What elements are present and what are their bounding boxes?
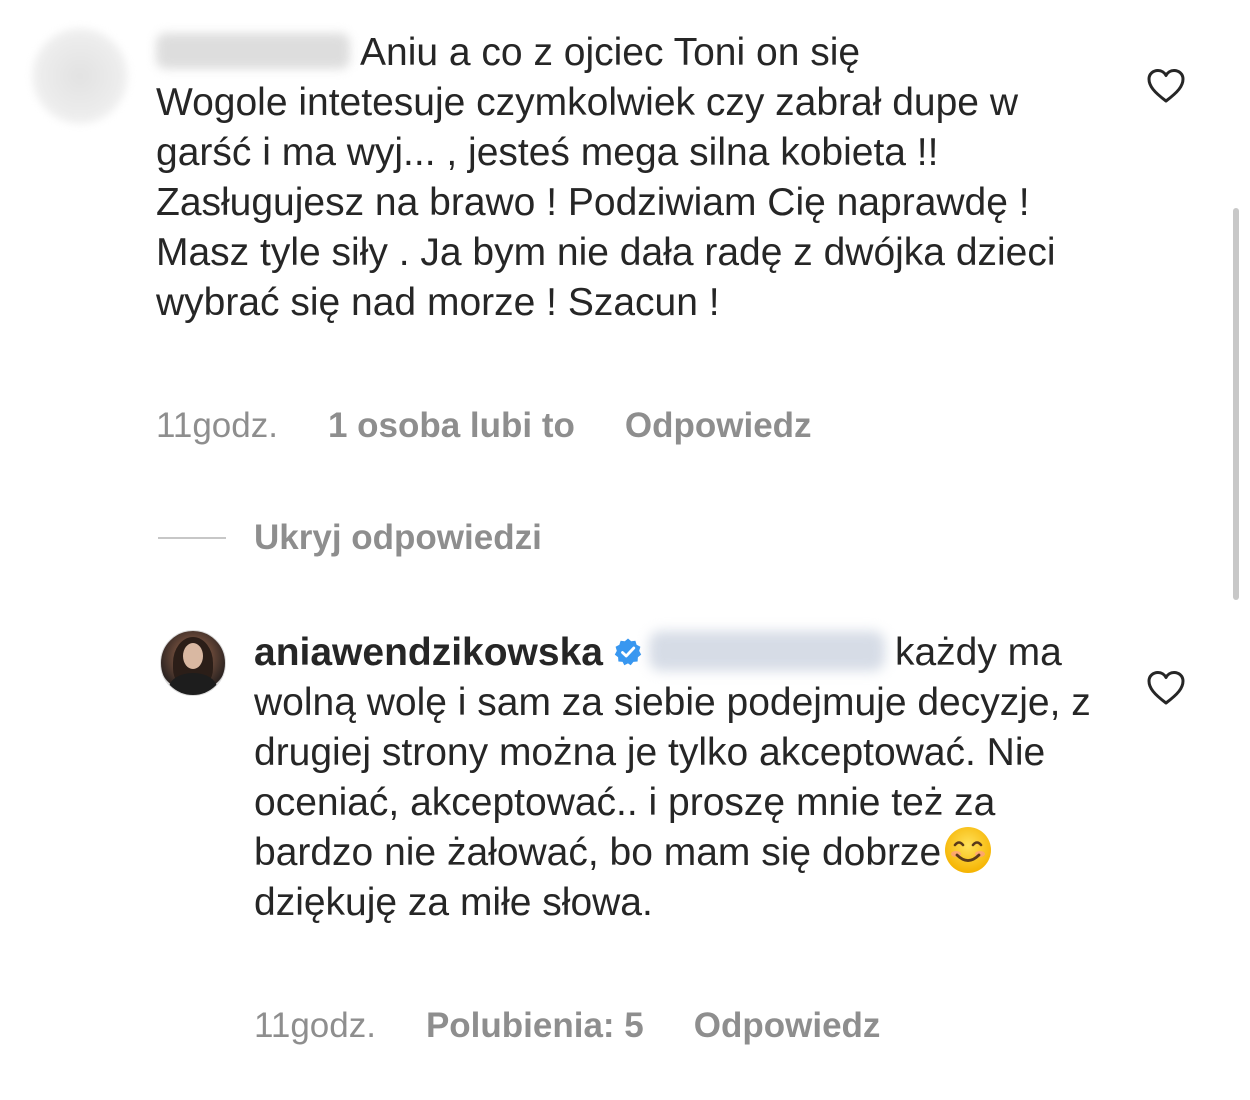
replies-divider <box>158 537 226 539</box>
commenter-avatar[interactable] <box>32 28 128 124</box>
reply-text-part-2: dziękuję za miłe słowa. <box>254 881 653 924</box>
reply-reply-button[interactable]: Odpowiedz <box>694 1004 881 1048</box>
comment-reply-button[interactable]: Odpowiedz <box>625 404 812 448</box>
heart-outline-icon <box>1146 68 1186 104</box>
reply-likes[interactable]: Polubienia: 5 <box>426 1004 644 1048</box>
reply-meta: 11godz. Polubienia: 5 Odpowiedz <box>254 1004 880 1048</box>
comment-text-line-1: Aniu a co z ojciec Toni on się <box>360 31 861 74</box>
scrollbar[interactable] <box>1233 208 1239 600</box>
avatar-face <box>183 643 203 669</box>
smiling-face-emoji-icon <box>943 825 993 875</box>
avatar-shoulders <box>169 673 217 695</box>
comment-like-button[interactable] <box>1146 68 1186 104</box>
reply-author-avatar[interactable] <box>160 630 226 696</box>
hide-replies-label: Ukryj odpowiedzi <box>254 518 542 557</box>
blurred-mention[interactable] <box>648 630 885 671</box>
comment-time: 11godz. <box>156 406 278 445</box>
heart-outline-icon <box>1146 670 1186 706</box>
reply-text: aniawendzikowska każdy ma wolną wolę i sa… <box>254 628 1114 928</box>
blurred-username[interactable] <box>156 32 350 69</box>
reply-time: 11godz. <box>254 1006 376 1045</box>
verified-badge-icon <box>613 637 643 667</box>
comment-text-body: Wogole intetesuje czymkolwiek czy zabrał… <box>156 81 1067 324</box>
reply-like-button[interactable] <box>1146 670 1186 706</box>
comment-meta: 11godz. 1 osoba lubi to Odpowiedz <box>156 404 812 448</box>
comment-likes[interactable]: 1 osoba lubi to <box>328 404 575 448</box>
hide-replies-toggle[interactable]: Ukryj odpowiedzi <box>158 516 542 560</box>
comment-text: Aniu a co z ojciec Toni on się Wogole in… <box>156 28 1106 328</box>
reply-author-username[interactable]: aniawendzikowska <box>254 631 603 674</box>
